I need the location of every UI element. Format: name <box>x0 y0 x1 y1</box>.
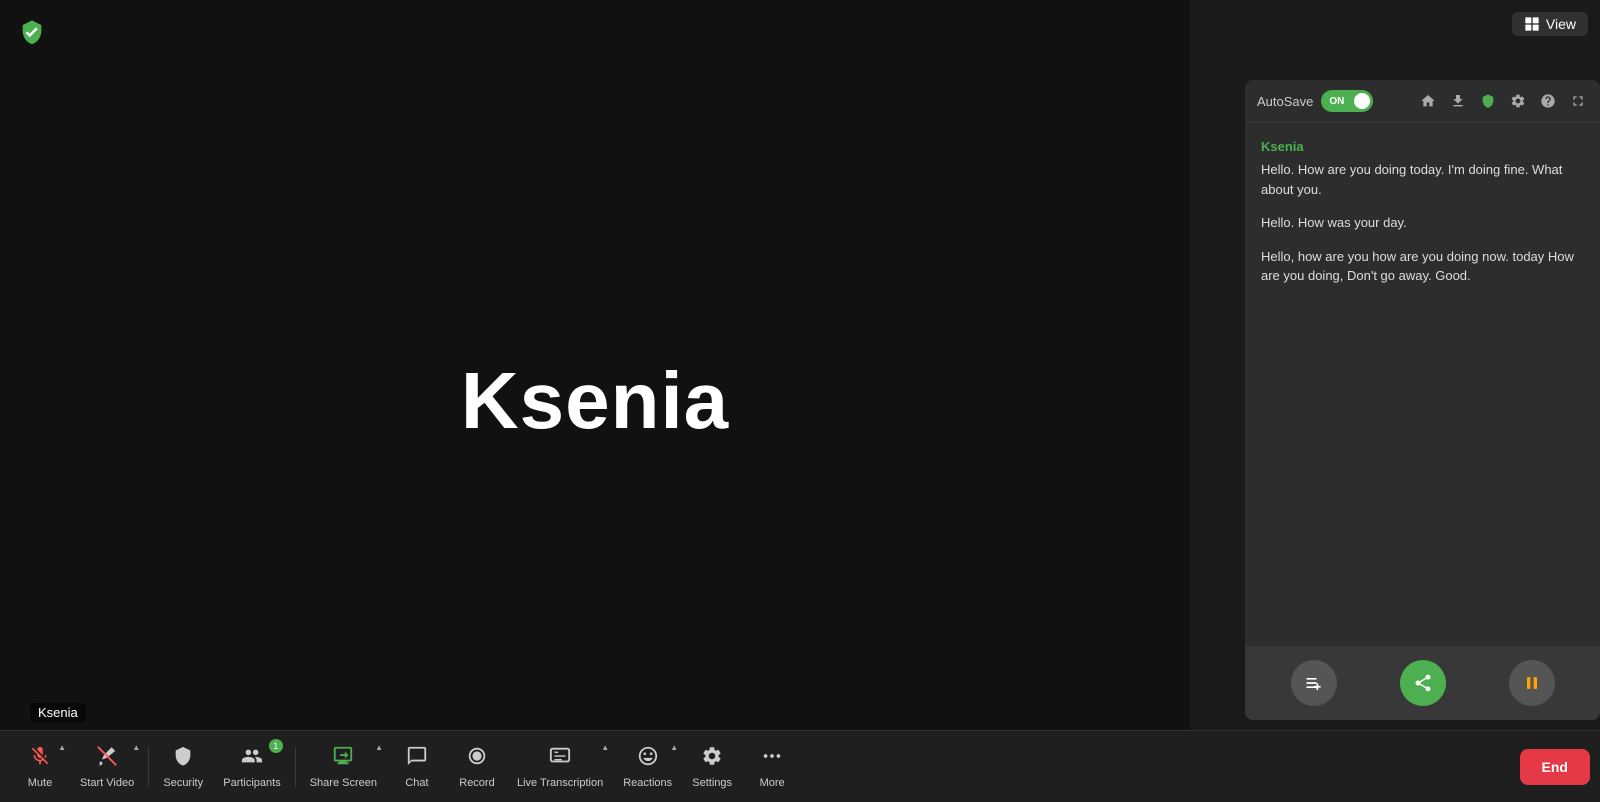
settings-button[interactable]: Settings <box>682 731 742 802</box>
share-screen-button[interactable]: ▲ Share Screen <box>300 731 387 802</box>
expand-icon[interactable] <box>1568 91 1588 111</box>
participants-badge: 1 <box>269 739 283 753</box>
more-button[interactable]: More <box>742 731 802 802</box>
security-button[interactable]: Security <box>153 731 213 802</box>
side-panel: AutoSave ON <box>1245 80 1600 720</box>
mute-button[interactable]: ▲ Mute <box>10 731 70 802</box>
mute-chevron[interactable]: ▲ <box>58 743 66 752</box>
mute-icon <box>29 745 51 773</box>
chat-label: Chat <box>405 777 428 789</box>
chat-message-3: Hello, how are you how are you doing now… <box>1261 247 1584 286</box>
share-screen-icon <box>332 745 354 773</box>
panel-icons <box>1418 91 1588 111</box>
video-icon <box>96 745 118 773</box>
separator-2 <box>295 747 296 787</box>
reactions-label: Reactions <box>623 777 672 789</box>
home-icon[interactable] <box>1418 91 1438 111</box>
more-label: More <box>760 777 785 789</box>
security-icon <box>172 745 194 773</box>
chat-message-2: Hello. How was your day. <box>1261 213 1584 233</box>
record-button[interactable]: Record <box>447 731 507 802</box>
settings-label: Settings <box>692 777 732 789</box>
participants-label: Participants <box>223 777 280 789</box>
chat-button[interactable]: Chat <box>387 731 447 802</box>
start-video-label: Start Video <box>80 777 134 789</box>
view-label: View <box>1546 16 1576 32</box>
panel-footer <box>1245 646 1600 720</box>
end-button[interactable]: End <box>1520 749 1590 785</box>
main-video-area: Ksenia Ksenia <box>0 0 1190 802</box>
share-button[interactable] <box>1400 660 1446 706</box>
pause-button[interactable] <box>1509 660 1555 706</box>
video-chevron[interactable]: ▲ <box>132 743 140 752</box>
notes-button[interactable] <box>1291 660 1337 706</box>
help-icon[interactable] <box>1538 91 1558 111</box>
security-badge-icon <box>16 16 48 48</box>
chat-sender: Ksenia <box>1261 139 1584 154</box>
separator-1 <box>148 747 149 787</box>
more-icon <box>761 745 783 773</box>
settings-icon[interactable] <box>1508 91 1528 111</box>
reactions-icon <box>637 745 659 773</box>
record-label: Record <box>459 777 494 789</box>
chat-icon <box>406 745 428 773</box>
autosave-label: AutoSave <box>1257 94 1313 109</box>
transcription-icon <box>549 745 571 773</box>
participants-button[interactable]: 1 Participants <box>213 731 290 802</box>
shield-icon[interactable] <box>1478 91 1498 111</box>
mute-label: Mute <box>28 777 52 789</box>
live-transcription-button[interactable]: ▲ Live Transcription <box>507 731 613 802</box>
toolbar: ▲ Mute ▲ Start Video Security 1 <box>0 730 1600 802</box>
record-icon <box>466 745 488 773</box>
participant-display-name: Ksenia <box>461 355 729 447</box>
panel-header: AutoSave ON <box>1245 80 1600 123</box>
share-chevron[interactable]: ▲ <box>375 743 383 752</box>
security-label: Security <box>163 777 203 789</box>
transcription-label: Live Transcription <box>517 777 603 789</box>
transcription-chevron[interactable]: ▲ <box>601 743 609 752</box>
reactions-button[interactable]: ▲ Reactions <box>613 731 682 802</box>
upload-icon[interactable] <box>1448 91 1468 111</box>
share-screen-label: Share Screen <box>310 777 377 789</box>
participant-name-label: Ksenia <box>30 703 86 722</box>
reactions-chevron[interactable]: ▲ <box>670 743 678 752</box>
chat-message-1: Hello. How are you doing today. I'm doin… <box>1261 160 1584 199</box>
toggle-circle <box>1354 93 1370 109</box>
toggle-on-text: ON <box>1329 96 1344 107</box>
settings-gear-icon <box>701 745 723 773</box>
panel-body: Ksenia Hello. How are you doing today. I… <box>1245 123 1600 646</box>
view-button[interactable]: View <box>1512 12 1588 36</box>
autosave-toggle[interactable]: ON <box>1321 90 1373 112</box>
start-video-button[interactable]: ▲ Start Video <box>70 731 144 802</box>
participants-icon <box>241 745 263 773</box>
